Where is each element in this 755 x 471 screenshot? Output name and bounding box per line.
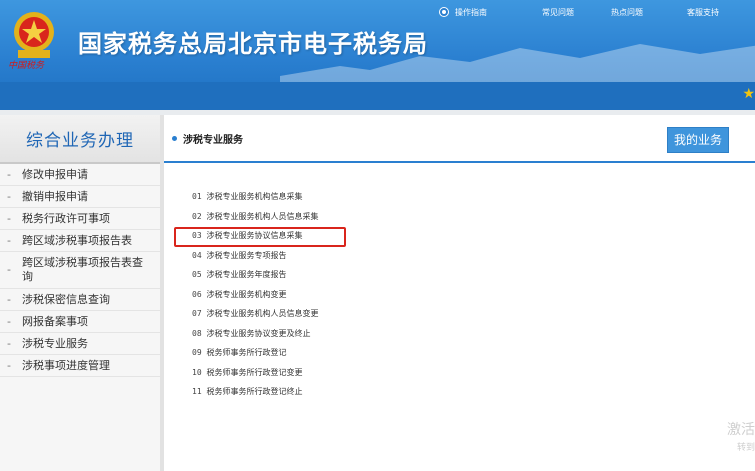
sidebar-item-cross-region-report[interactable]: - 跨区域涉税事项报告表 (0, 230, 160, 252)
sidebar-item-modify-declaration[interactable]: - 修改申报申请 (0, 164, 160, 186)
star-icon: ★ (742, 86, 755, 102)
sidebar-item-confidential-query[interactable]: - 涉税保密信息查询 (0, 289, 160, 311)
sidebar-item-label: 修改申报申请 (22, 168, 88, 181)
item-label: 涉税专业服务机构信息采集 (206, 192, 303, 201)
item-label: 税务师事务所行政登记变更 (206, 367, 303, 377)
item-label: 涉税专业服务机构变更 (206, 289, 287, 299)
item-label: 涉税专业服务专项报告 (206, 250, 287, 260)
sidebar-title: 综合业务办理 (26, 131, 134, 151)
bullet-icon (172, 136, 177, 141)
item-number: 11 (192, 387, 202, 396)
sidebar-header: 综合业务办理 (0, 115, 160, 164)
nav-support-link[interactable]: 客服支持 (687, 7, 719, 18)
item-label: 涉税专业服务机构人员信息变更 (206, 309, 319, 318)
sidebar-item-label: 撤销申报申请 (22, 190, 88, 203)
item-number: 10 (192, 367, 202, 377)
item-number: 07 (192, 309, 202, 318)
sidebar-item-progress-management[interactable]: - 涉税事项进度管理 (0, 355, 160, 377)
sidebar-item-admin-license[interactable]: - 税务行政许可事项 (0, 208, 160, 230)
section-header: 涉税专业服务 我的业务 (164, 115, 755, 163)
list-item[interactable]: 08 涉税专业服务协议变更及终止 (192, 328, 318, 348)
sidebar-item-label: 网报备案事项 (22, 315, 88, 328)
item-number: 05 (192, 270, 202, 279)
activation-watermark: 激活 (727, 422, 755, 438)
list-item[interactable]: 04 涉税专业服务专项报告 (192, 250, 318, 270)
list-item[interactable]: 06 涉税专业服务机构变更 (192, 289, 318, 309)
list-item[interactable]: 11 税务师事务所行政登记终止 (192, 386, 318, 406)
nav-hot-topics-link[interactable]: 热点问题 (611, 7, 643, 18)
activation-watermark-sub: 转到 (736, 443, 755, 453)
service-list: 01 涉税专业服务机构信息采集 02 涉税专业服务机构人员信息采集 03 涉税专… (192, 191, 318, 406)
sidebar-item-label: 税务行政许可事项 (22, 212, 110, 225)
item-number: 06 (192, 289, 202, 299)
item-number: 04 (192, 250, 202, 260)
item-number: 02 (192, 211, 202, 221)
sidebar-item-cancel-declaration[interactable]: - 撤销申报申请 (0, 186, 160, 208)
emblem-caption: 中国税务 (8, 61, 45, 71)
list-item[interactable]: 10 税务师事务所行政登记变更 (192, 367, 318, 387)
nav-faq-link[interactable]: 常见问题 (542, 7, 574, 18)
item-number: 08 (192, 328, 202, 338)
nav-guide-link[interactable]: 操作指南 (455, 7, 487, 18)
selection-highlight (174, 227, 346, 247)
sidebar-item-professional-service[interactable]: - 涉税专业服务 (0, 333, 160, 355)
sidebar-item-label: 跨区域涉税事项报告表 (22, 234, 132, 247)
item-number: 09 (192, 348, 202, 357)
sidebar-item-label: 涉税事项进度管理 (22, 359, 110, 372)
sidebar-item-cross-region-query[interactable]: - 跨区域涉税事项报告表查询 (0, 252, 160, 289)
sidebar-item-label: 跨区域涉税事项报告表查询 (22, 256, 143, 283)
section-title: 涉税专业服务 (183, 135, 243, 146)
item-label: 税务师事务所行政登记 (206, 348, 287, 357)
item-label: 涉税专业服务年度报告 (206, 270, 287, 279)
item-label: 涉税专业服务协议变更及终止 (206, 328, 311, 338)
nav-bullet-icon (440, 8, 448, 16)
item-label: 税务师事务所行政登记终止 (206, 387, 303, 396)
site-header: 中国税务 国家税务总局北京市电子税务局 操作指南 常见问题 热点问题 客服支持 … (0, 0, 755, 110)
site-title: 国家税务总局北京市电子税务局 (78, 30, 428, 58)
item-number: 01 (192, 192, 202, 201)
header-bar (0, 82, 755, 110)
item-label: 涉税专业服务机构人员信息采集 (206, 211, 319, 221)
sidebar-item-label: 涉税保密信息查询 (22, 293, 110, 306)
my-business-button[interactable]: 我的业务 (666, 127, 729, 153)
list-item[interactable]: 09 税务师事务所行政登记 (192, 347, 318, 367)
list-item[interactable]: 05 涉税专业服务年度报告 (192, 269, 318, 289)
sidebar-item-label: 涉税专业服务 (22, 337, 88, 350)
list-item[interactable]: 07 涉税专业服务机构人员信息变更 (192, 308, 318, 328)
list-item[interactable]: 01 涉税专业服务机构信息采集 (192, 191, 318, 211)
sidebar: 综合业务办理 - 修改申报申请 - 撤销申报申请 - 税务行政许可事项 - 跨区域涉税事… (0, 115, 164, 471)
main-panel: 涉税专业服务 我的业务 01 涉税专业服务机构信息采集 02 涉税专业服务机构人… (164, 115, 755, 471)
sidebar-item-filing[interactable]: - 网报备案事项 (0, 311, 160, 333)
